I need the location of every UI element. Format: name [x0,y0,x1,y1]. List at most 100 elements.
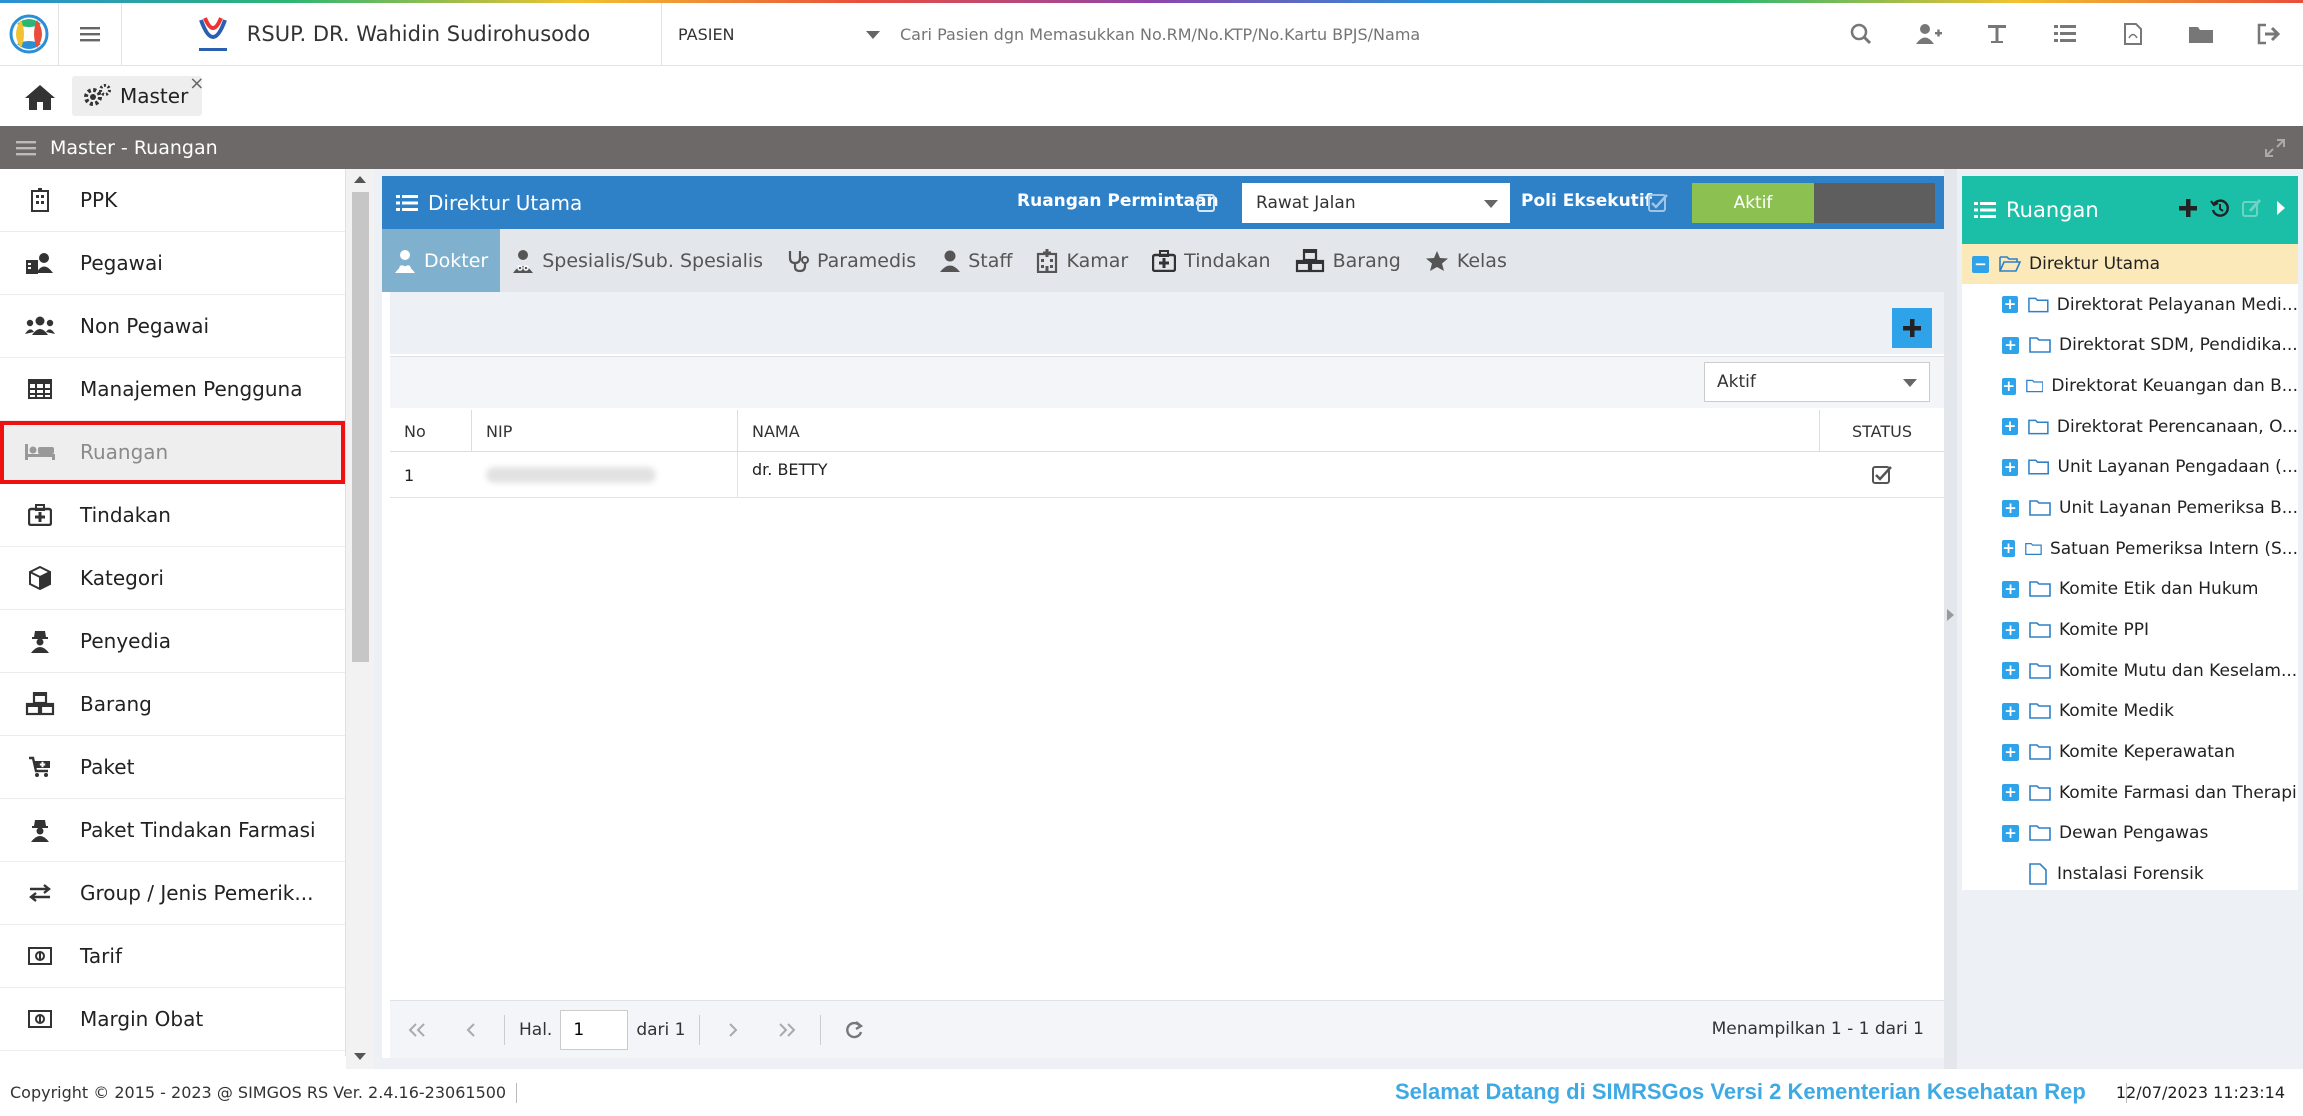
scroll-up-arrow-icon[interactable] [354,176,366,183]
sidebar-item-ppk[interactable]: PPK [0,169,345,232]
column-header-nip[interactable]: NIP [472,410,738,452]
sidebar-scrollbar-thumb[interactable] [352,192,369,662]
hamburger-icon[interactable] [16,140,36,156]
tree-node[interactable]: + Komite Farmasi dan Therapi [1962,773,2298,813]
gears-icon [84,84,111,106]
sidebar-item-ruangan[interactable]: Ruangan [0,421,345,484]
tree-node[interactable]: + Direktorat Perencanaan, O... [1962,407,2298,447]
last-page-button[interactable] [760,1001,814,1059]
caret-right-icon[interactable] [2274,198,2288,218]
tab-tindakan[interactable]: Tindakan [1140,229,1282,292]
add-user-icon[interactable] [1895,3,1963,65]
menu-toggle-button[interactable] [58,3,122,65]
tab-master-label: Master [120,84,189,108]
expand-icon[interactable]: + [2002,540,2016,558]
patient-search-input[interactable] [900,3,1800,65]
expand-icon[interactable]: + [2002,499,2019,517]
sidebar-item-non-pegawai[interactable]: Non Pegawai [0,295,345,358]
column-header-status[interactable]: STATUS [1820,410,1944,452]
prev-page-button[interactable] [444,1001,498,1059]
sidebar-item-barang[interactable]: Barang [0,673,345,736]
tree-node[interactable]: + Unit Layanan Pemeriksa B... [1962,488,2298,528]
tree-node[interactable]: + Komite Medik [1962,691,2298,731]
table-row[interactable]: 1 dr. BETTY [390,452,1944,498]
column-header-no[interactable]: No [390,410,472,452]
page-number-input[interactable] [560,1009,629,1050]
tree-node[interactable]: + Direktorat Keuangan dan B... [1962,366,2298,406]
folder-icon[interactable] [2167,3,2235,65]
pdf-icon[interactable] [2099,3,2167,65]
expand-icon[interactable]: + [2002,377,2016,395]
poli-eksekutif-checkbox[interactable] [1647,192,1669,214]
expand-icon[interactable]: + [2002,662,2019,680]
sidebar-item-pegawai[interactable]: Pegawai [0,232,345,295]
add-button[interactable] [1892,308,1932,348]
expand-icon[interactable]: + [2002,621,2019,639]
request-room-checkbox[interactable] [1197,194,1215,212]
tab-spesialis-sub-spesialis[interactable]: Spesialis/Sub. Spesialis [500,229,775,292]
tab-paramedis[interactable]: Paramedis [775,229,928,292]
expand-icon[interactable] [2265,139,2285,157]
tab-staff[interactable]: Staff [928,229,1024,292]
edit-icon[interactable] [2242,198,2262,218]
list-icon[interactable] [2031,3,2099,65]
tree-node[interactable]: + Komite Etik dan Hukum [1962,569,2298,609]
sidebar-item-group-jenis-pemerik[interactable]: Group / Jenis Pemerik... [0,862,345,925]
tree-node-root[interactable]: − Direktur Utama [1962,244,2298,284]
tab-kelas[interactable]: Kelas [1413,229,1519,292]
plus-icon[interactable] [2178,198,2198,218]
sidebar-item-label: Pegawai [80,251,163,275]
collapse-icon[interactable]: − [1972,255,1989,273]
status-filter-select[interactable]: Aktif [1704,362,1930,402]
patient-type-select[interactable]: PASIEN [662,3,892,65]
text-icon[interactable] [1963,3,2031,65]
close-icon[interactable]: × [189,73,204,94]
tree-node[interactable]: + Direktorat SDM, Pendidika... [1962,325,2298,365]
pager-info: Menampilkan 1 - 1 dari 1 [1711,1019,1924,1039]
care-type-select[interactable]: Rawat Jalan [1242,183,1510,223]
tab-dokter[interactable]: Dokter [382,229,501,292]
active-toggle[interactable]: Aktif [1692,183,1935,223]
search-icon[interactable] [1827,3,1895,65]
expand-icon[interactable]: + [2002,743,2019,761]
collapse-handle[interactable] [1944,169,1957,1069]
expand-icon[interactable]: + [2002,580,2019,598]
next-page-button[interactable] [706,1001,760,1059]
sidebar-item-paket[interactable]: Paket [0,736,345,799]
tab-kamar[interactable]: Kamar [1024,229,1140,292]
sidebar-item-paket-tindakan-farmasi[interactable]: Paket Tindakan Farmasi [0,799,345,862]
sidebar-item-kategori[interactable]: Kategori [0,547,345,610]
tree-node[interactable]: + Dewan Pengawas [1962,813,2298,853]
expand-icon[interactable]: + [2002,702,2019,720]
expand-icon[interactable]: + [2002,336,2019,354]
app-logo[interactable] [0,3,58,65]
sidebar-item-manajemen-pengguna[interactable]: Manajemen Pengguna [0,358,345,421]
scroll-down-arrow-icon[interactable] [354,1053,366,1060]
status-checkbox[interactable] [1871,464,1893,486]
tree-node[interactable]: + Komite Mutu dan Keselam... [1962,651,2298,691]
tree-node-label: Komite Farmasi dan Therapi [2059,782,2297,803]
logout-icon[interactable] [2235,3,2303,65]
tree-node[interactable]: Instalasi Forensik [1962,854,2298,894]
tree-node[interactable]: + Satuan Pemeriksa Intern (S... [1962,529,2298,569]
tree-node[interactable]: + Komite PPI [1962,610,2298,650]
tab-barang[interactable]: Barang [1283,229,1413,292]
sidebar-item-tindakan[interactable]: Tindakan [0,484,345,547]
tab-master[interactable]: Master × [72,73,204,116]
sidebar-item-label: Group / Jenis Pemerik... [80,881,314,905]
first-page-button[interactable] [390,1001,444,1059]
home-tab[interactable] [18,80,62,114]
sidebar-item-penyedia[interactable]: Penyedia [0,610,345,673]
sidebar-item-tarif[interactable]: Tarif [0,925,345,988]
history-icon[interactable] [2210,198,2230,218]
sidebar-item-margin-obat[interactable]: Margin Obat [0,988,345,1051]
expand-icon[interactable]: + [2002,824,2019,842]
expand-icon[interactable]: + [2002,418,2019,436]
tree-node[interactable]: + Komite Keperawatan [1962,732,2298,772]
expand-icon[interactable]: + [2002,296,2019,314]
expand-icon[interactable]: + [2002,458,2019,476]
tree-node[interactable]: + Direktorat Pelayanan Medi... [1962,285,2298,325]
tree-node[interactable]: + Unit Layanan Pengadaan (... [1962,447,2298,487]
expand-icon[interactable]: + [2002,784,2019,802]
refresh-button[interactable] [827,1001,881,1059]
